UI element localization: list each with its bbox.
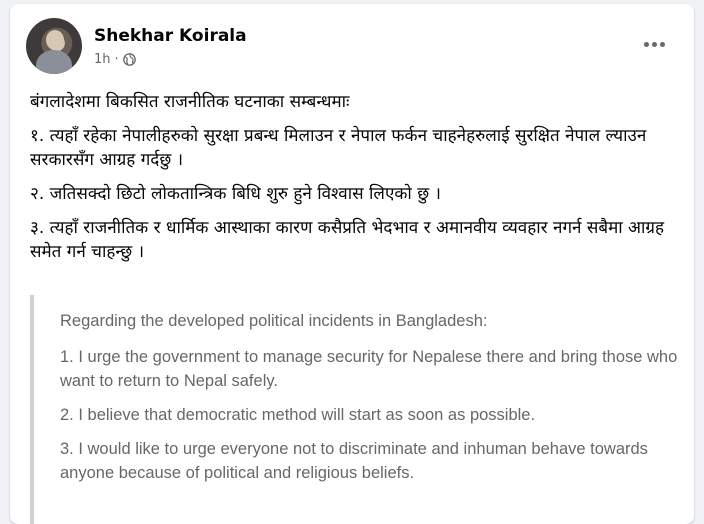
post-body-nepali: बंगलादेशमा बिकसित राजनीतिक घटनाका सम्बन्… (30, 90, 680, 274)
translation-point-1: 1. I urge the government to manage secur… (60, 348, 678, 390)
avatar[interactable] (26, 18, 82, 74)
separator-dot: · (114, 52, 119, 67)
avatar-shirt (36, 50, 72, 74)
post-header: Shekhar Koirala 1h · (26, 18, 247, 74)
translation-block: Regarding the developed political incide… (30, 295, 680, 524)
author-name[interactable]: Shekhar Koirala (94, 25, 247, 47)
nepali-point-1: १. त्यहाँ रहेका नेपालीहरुको सुरक्षा प्रब… (30, 126, 647, 170)
post-subline: 1h · (94, 52, 247, 67)
avatar-face (46, 30, 64, 50)
translation-heading: Regarding the developed political incide… (60, 312, 488, 330)
post-card: Shekhar Koirala 1h · बंगलादेशमा बिकसित र… (10, 4, 694, 524)
more-options-icon[interactable] (638, 32, 670, 56)
translation-point-2: 2. I believe that democratic method will… (60, 406, 536, 424)
nepali-point-3: ३. त्यहाँ राजनीतिक र धार्मिक आस्थाका कार… (30, 218, 665, 262)
nepali-heading: बंगलादेशमा बिकसित राजनीतिक घटनाका सम्बन्… (30, 92, 350, 112)
dot (659, 41, 665, 47)
globe-icon[interactable] (122, 53, 136, 66)
translation-point-3: 3. I would like to urge everyone not to … (60, 440, 648, 482)
post-meta: Shekhar Koirala 1h · (94, 25, 247, 67)
dot (643, 41, 649, 47)
dot (651, 41, 657, 47)
post-time[interactable]: 1h (94, 52, 111, 67)
nepali-point-2: २. जतिसक्दो छिटो लोकतान्त्रिक बिधि शुरु … (30, 184, 441, 204)
